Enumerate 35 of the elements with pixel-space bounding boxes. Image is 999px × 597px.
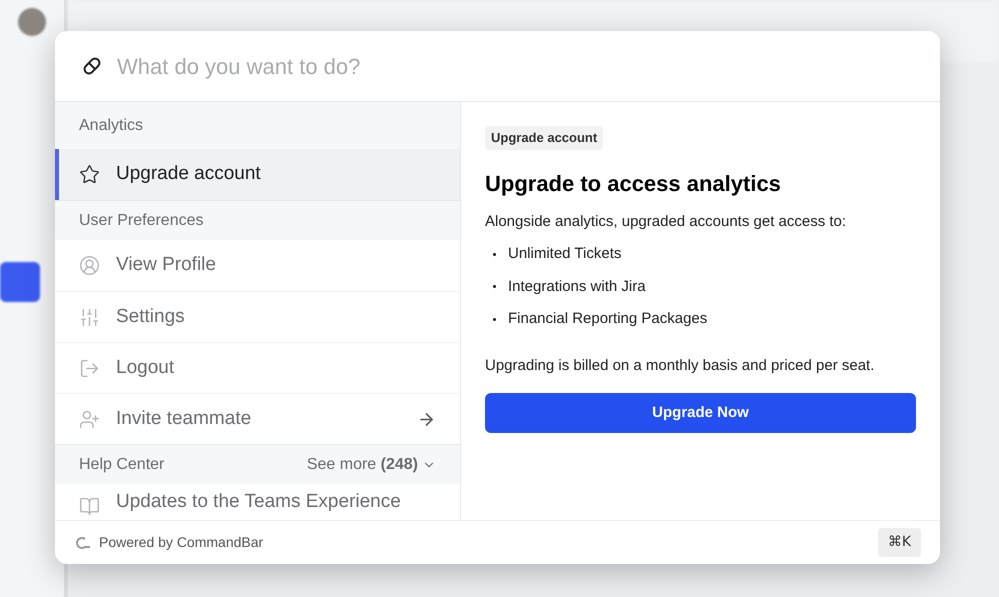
detail-heading: Upgrade to access analytics — [485, 170, 781, 198]
commandbar-logo-icon — [75, 536, 91, 550]
command-item[interactable]: Settings — [55, 291, 460, 342]
command-item[interactable]: Logout — [55, 342, 460, 393]
intro-text: Alongside analytics, upgraded accounts get access to: — [485, 212, 846, 232]
bullet-text: Financial Reporting Packages — [508, 309, 708, 329]
user-plus-icon — [79, 408, 100, 430]
section-title: Help Center — [79, 454, 164, 474]
item-label: Invite teammate — [116, 406, 252, 431]
item-label: View Profile — [116, 253, 217, 278]
tag-badge: Upgrade account — [485, 126, 604, 150]
user-circle-icon — [79, 255, 100, 276]
background-button-placeholder — [0, 262, 40, 302]
command-item[interactable]: Upgrade account — [55, 149, 460, 200]
billing-note: Upgrading is billed on a monthly basis and priced per seat. — [485, 356, 874, 376]
sliders-icon — [79, 306, 100, 328]
book-icon — [79, 496, 100, 517]
command-item[interactable]: Updates to the Teams Experience — [55, 484, 460, 518]
section-title: Analytics — [79, 116, 144, 136]
upgrade-button[interactable]: Upgrade Now — [485, 393, 916, 433]
command-item[interactable]: View Profile — [55, 240, 460, 291]
powered-by-text: Powered by CommandBar — [99, 533, 264, 552]
logout-icon — [79, 358, 100, 378]
item-label: Updates to the Teams Experience — [116, 490, 402, 514]
bullet-text: Integrations with Jira — [508, 276, 646, 296]
shortcut-key: ⌘K — [878, 528, 921, 557]
item-label: Upgrade account — [116, 162, 262, 186]
star-icon — [79, 164, 100, 185]
item-label: Logout — [116, 356, 176, 380]
section-title: User Preferences — [79, 210, 204, 230]
avatar-placeholder — [18, 8, 46, 36]
item-label: Settings — [116, 304, 186, 329]
see-more-link[interactable]: See more (248) — [306, 452, 436, 476]
bullet-text: Unlimited Tickets — [508, 244, 622, 264]
search-field[interactable]: What do you want to do? — [117, 50, 916, 82]
